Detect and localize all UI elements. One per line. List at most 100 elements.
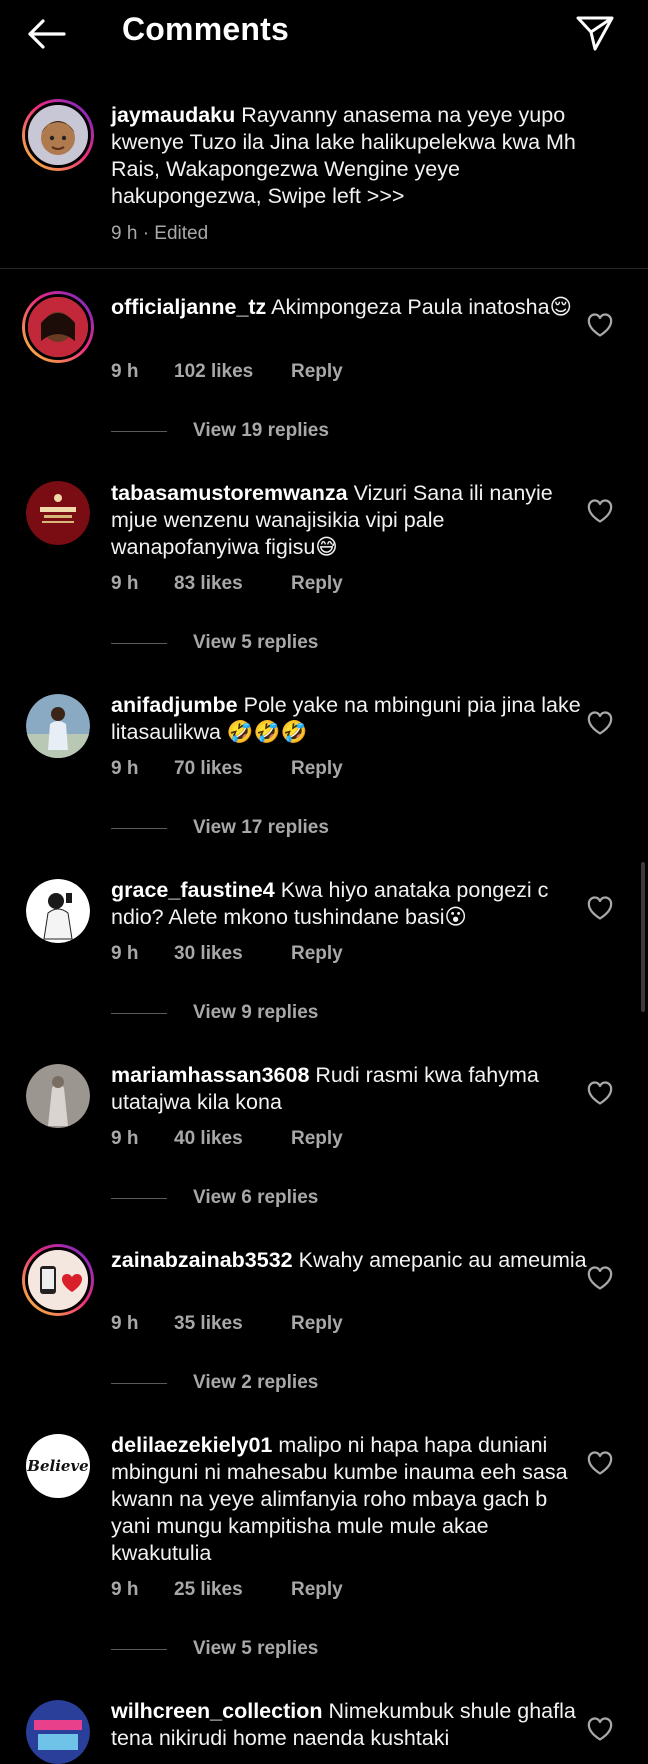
avatar-logo-text: Believe	[27, 1457, 89, 1475]
caption-author-avatar[interactable]	[22, 99, 94, 171]
like-heart-icon[interactable]	[586, 1265, 614, 1291]
view-replies-button[interactable]: View 19 replies	[111, 420, 329, 442]
view-replies-label: View 5 replies	[193, 1638, 319, 1659]
replies-line	[111, 1382, 167, 1384]
reply-button[interactable]: Reply	[291, 1579, 343, 1601]
back-arrow-icon	[28, 19, 66, 49]
reply-button[interactable]: Reply	[291, 1128, 343, 1150]
comment-likes[interactable]: 25 likes	[174, 1579, 291, 1601]
comment-time: 9 h	[111, 1128, 139, 1149]
top-bar: Comments	[0, 0, 648, 64]
comment-time: 9 h	[111, 1313, 139, 1334]
reply-button[interactable]: Reply	[291, 361, 343, 383]
view-replies-label: View 5 replies	[193, 632, 319, 653]
replies-line	[111, 642, 167, 644]
comment-username[interactable]: anifadjumbe	[111, 693, 238, 717]
comment-avatar[interactable]	[22, 1244, 94, 1316]
caption-username[interactable]: jaymaudaku	[111, 103, 235, 127]
comment-avatar[interactable]	[26, 481, 90, 545]
comment-body: Kwahy amepanic au ameumia	[298, 1248, 587, 1272]
comment-text: anifadjumbe Pole yake na mbinguni pia ji…	[111, 692, 591, 746]
view-replies-label: View 2 replies	[193, 1372, 319, 1393]
comment-meta: 9 h 83 likes Reply	[111, 573, 343, 595]
caption-text: jaymaudaku Rayvanny anasema na yeye yupo…	[111, 102, 591, 210]
view-replies-button[interactable]: View 6 replies	[111, 1187, 318, 1209]
comment-username[interactable]: zainabzainab3532	[111, 1248, 293, 1272]
comment-meta: 9 h 35 likes Reply	[111, 1313, 343, 1335]
replies-line	[111, 1648, 167, 1650]
reply-button[interactable]: Reply	[291, 758, 343, 780]
comment-username[interactable]: officialjanne_tz	[111, 295, 266, 319]
view-replies-button[interactable]: View 5 replies	[111, 1638, 318, 1660]
comment-avatar[interactable]	[26, 694, 90, 758]
view-replies-label: View 19 replies	[193, 420, 329, 441]
share-button[interactable]	[570, 10, 620, 56]
view-replies-button[interactable]: View 5 replies	[111, 632, 318, 654]
avatar-image	[25, 1247, 91, 1313]
replies-line	[111, 827, 167, 829]
reply-button[interactable]: Reply	[291, 943, 343, 965]
comment-username[interactable]: delilaezekiely01	[111, 1433, 272, 1457]
like-heart-icon[interactable]	[586, 1716, 614, 1742]
comment-text: wilhcreen_collection Nimekumbuk shule gh…	[111, 1698, 591, 1752]
comment-meta: 9 h 70 likes Reply	[111, 758, 343, 780]
replies-line	[111, 1197, 167, 1199]
replies-line	[111, 1012, 167, 1014]
reply-button[interactable]: Reply	[291, 573, 343, 595]
comment-body: Akimpongeza Paula inatosha😌	[271, 295, 573, 319]
avatar-image	[26, 1700, 90, 1764]
comment-likes[interactable]: 35 likes	[174, 1313, 291, 1335]
like-heart-icon[interactable]	[586, 1080, 614, 1106]
view-replies-button[interactable]: View 9 replies	[111, 1002, 318, 1024]
like-heart-icon[interactable]	[586, 710, 614, 736]
like-heart-icon[interactable]	[586, 312, 614, 338]
caption-divider	[0, 268, 648, 269]
comment-username[interactable]: tabasamustoremwanza	[111, 481, 348, 505]
comment-meta: 9 h 25 likes Reply	[111, 1579, 343, 1601]
caption-time: 9 h · Edited	[111, 223, 209, 244]
view-replies-label: View 9 replies	[193, 1002, 319, 1023]
comment-username[interactable]: wilhcreen_collection	[111, 1699, 322, 1723]
avatar-image	[25, 102, 91, 168]
comment-time: 9 h	[111, 758, 139, 779]
direct-send-icon	[576, 16, 614, 51]
comment-avatar[interactable]	[26, 879, 90, 943]
back-button[interactable]	[22, 12, 70, 56]
comment-text: grace_faustine4 Kwa hiyo anataka pongezi…	[111, 877, 591, 931]
comment-likes[interactable]: 70 likes	[174, 758, 291, 780]
page-title: Comments	[122, 11, 289, 47]
view-replies-label: View 6 replies	[193, 1187, 319, 1208]
comment-avatar[interactable]	[22, 291, 94, 363]
comment-likes[interactable]: 40 likes	[174, 1128, 291, 1150]
comment-time: 9 h	[111, 1579, 139, 1600]
comment-text: delilaezekiely01 malipo ni hapa hapa dun…	[111, 1432, 591, 1567]
comment-username[interactable]: mariamhassan3608	[111, 1063, 309, 1087]
comment-text: officialjanne_tz Akimpongeza Paula inato…	[111, 294, 591, 321]
reply-button[interactable]: Reply	[291, 1313, 343, 1335]
view-replies-button[interactable]: View 17 replies	[111, 817, 329, 839]
comment-avatar[interactable]: Believe	[26, 1434, 90, 1498]
comment-text: zainabzainab3532 Kwahy amepanic au ameum…	[111, 1247, 591, 1274]
comment-likes[interactable]: 102 likes	[174, 361, 291, 383]
like-heart-icon[interactable]	[586, 498, 614, 524]
like-heart-icon[interactable]	[586, 1450, 614, 1476]
like-heart-icon[interactable]	[586, 895, 614, 921]
comment-text: tabasamustoremwanza Vizuri Sana ili nany…	[111, 480, 591, 561]
view-replies-button[interactable]: View 2 replies	[111, 1372, 318, 1394]
replies-line	[111, 430, 167, 432]
comment-time: 9 h	[111, 361, 139, 382]
comment-meta: 9 h 40 likes Reply	[111, 1128, 343, 1150]
comment-meta: 9 h 102 likes Reply	[111, 361, 343, 383]
comment-meta: 9 h 30 likes Reply	[111, 943, 343, 965]
avatar-image	[26, 694, 90, 758]
avatar-image	[26, 879, 90, 943]
comment-text: mariamhassan3608 Rudi rasmi kwa fahyma u…	[111, 1062, 591, 1116]
comment-likes[interactable]: 30 likes	[174, 943, 291, 965]
comment-likes[interactable]: 83 likes	[174, 573, 291, 595]
comment-time: 9 h	[111, 573, 139, 594]
scrollbar[interactable]	[641, 862, 645, 1012]
comment-username[interactable]: grace_faustine4	[111, 878, 275, 902]
avatar-image	[25, 294, 91, 360]
comment-avatar[interactable]	[26, 1064, 90, 1128]
comment-avatar[interactable]	[26, 1700, 90, 1764]
